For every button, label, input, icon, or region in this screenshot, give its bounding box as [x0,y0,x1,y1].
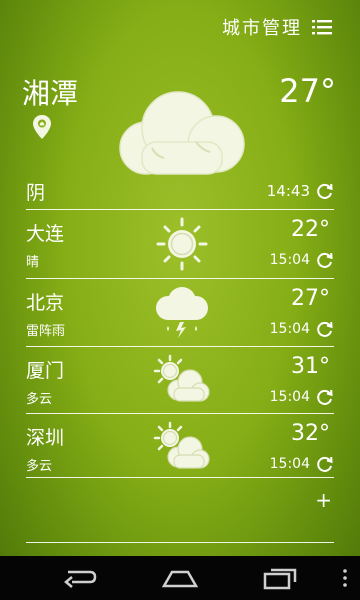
city-row-xiamen[interactable]: 厦门 多云 31° 15:04 [26,348,334,414]
current-condition-row: 阴 14:43 [26,178,334,208]
divider [26,278,334,279]
city-condition: 多云 [26,459,53,474]
partly-cloudy-icon [153,421,210,469]
refresh-icon[interactable] [316,388,334,406]
divider [26,413,334,414]
city-name: 深圳 [26,427,65,449]
city-row-shenzhen[interactable]: 深圳 多云 32° 15:04 [26,415,334,481]
city-row-dalian[interactable]: 大连 晴 22° 15:04 [26,211,334,277]
city-temperature: 32° [291,421,330,446]
home-icon[interactable] [160,566,200,590]
list-menu-icon [312,20,332,35]
city-condition: 多云 [26,392,53,407]
city-condition: 晴 [26,255,40,270]
refresh-icon[interactable] [316,320,334,338]
city-name: 厦门 [26,360,65,382]
add-city-button[interactable]: + [315,488,332,512]
city-update-time[interactable]: 15:04 [270,251,334,269]
refresh-icon[interactable] [316,455,334,473]
divider [26,346,334,347]
current-temperature: 27° [279,72,336,110]
recent-apps-icon[interactable] [262,566,298,590]
location-pin-icon [33,115,51,139]
city-manage-label: 城市管理 [222,18,302,39]
current-condition: 阴 [26,182,46,204]
city-time-text: 15:04 [269,456,310,472]
refresh-icon[interactable] [316,182,334,200]
divider [26,209,334,210]
city-update-time[interactable]: 15:04 [270,320,334,338]
city-temperature: 31° [291,354,330,379]
cloud-icon [119,91,245,175]
refresh-icon[interactable] [316,251,334,269]
divider [26,542,334,543]
city-name: 大连 [26,223,65,245]
city-time-text: 15:04 [269,389,310,405]
city-update-time[interactable]: 15:04 [270,388,334,406]
weather-app-screen: 城市管理 湘潭 27° 阴 14:43 大连 晴 22° 15:04 北京 雷阵… [0,0,360,600]
current-update-time[interactable]: 14:43 [267,182,334,200]
partly-cloudy-icon [153,354,210,402]
back-icon[interactable] [60,566,98,590]
divider [26,477,334,478]
overflow-menu-icon[interactable] [340,566,350,590]
thunderstorm-icon [156,287,208,338]
city-temperature: 22° [291,217,330,242]
city-update-time[interactable]: 15:04 [270,455,334,473]
city-row-beijing[interactable]: 北京 雷阵雨 27° 15:04 [26,280,334,346]
city-condition: 雷阵雨 [26,324,66,339]
city-manage-button[interactable]: 城市管理 [222,14,332,40]
current-city-name[interactable]: 湘潭 [22,72,78,112]
sun-icon [156,217,208,271]
current-time-text: 14:43 [266,182,310,200]
system-navigation-bar [0,556,360,600]
city-name: 北京 [26,292,65,314]
city-time-text: 15:04 [269,252,310,268]
city-temperature: 27° [291,286,330,311]
city-time-text: 15:04 [269,321,310,337]
